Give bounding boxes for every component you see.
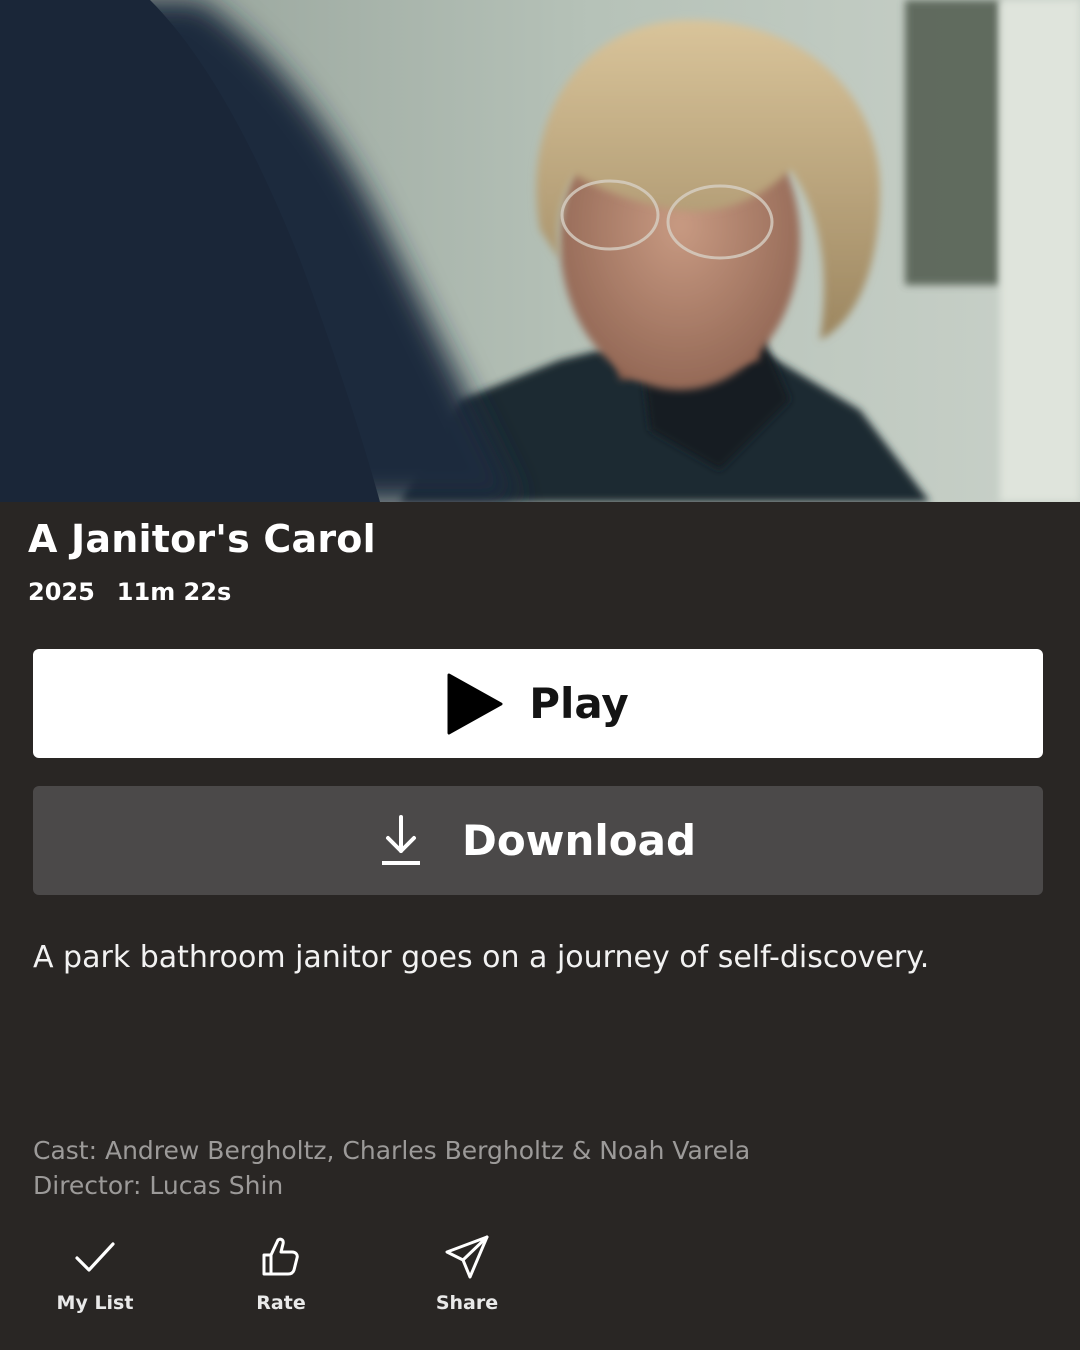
play-icon: [447, 673, 503, 734]
play-label: Play: [529, 678, 629, 728]
share-button[interactable]: Share: [407, 1232, 527, 1316]
description: A park bathroom janitor goes on a journe…: [33, 940, 930, 975]
download-button[interactable]: Download: [33, 786, 1043, 895]
download-label: Download: [461, 815, 697, 865]
credits: Cast: Andrew Bergholtz, Charles Bergholt…: [33, 1133, 750, 1203]
download-icon: [381, 814, 420, 865]
director-line: Director: Lucas Shin: [33, 1171, 284, 1200]
runtime: 11m 22s: [116, 578, 232, 606]
title: A Janitor's Carol: [28, 517, 376, 561]
send-icon: [445, 1235, 489, 1279]
share-label: Share: [435, 1292, 499, 1314]
release-year: 2025: [28, 578, 95, 606]
rate-button[interactable]: Rate: [221, 1232, 341, 1316]
my-list-label: My List: [56, 1292, 134, 1314]
meta-row: 2025 11m 22s: [28, 576, 231, 608]
thumbs-up-icon: [262, 1237, 299, 1276]
rate-label: Rate: [256, 1292, 306, 1314]
my-list-button[interactable]: My List: [35, 1232, 155, 1316]
hero-still-image: [0, 0, 1080, 502]
cast-line: Cast: Andrew Bergholtz, Charles Bergholt…: [33, 1136, 751, 1165]
play-button[interactable]: Play: [33, 649, 1043, 758]
check-icon: [75, 1242, 115, 1272]
